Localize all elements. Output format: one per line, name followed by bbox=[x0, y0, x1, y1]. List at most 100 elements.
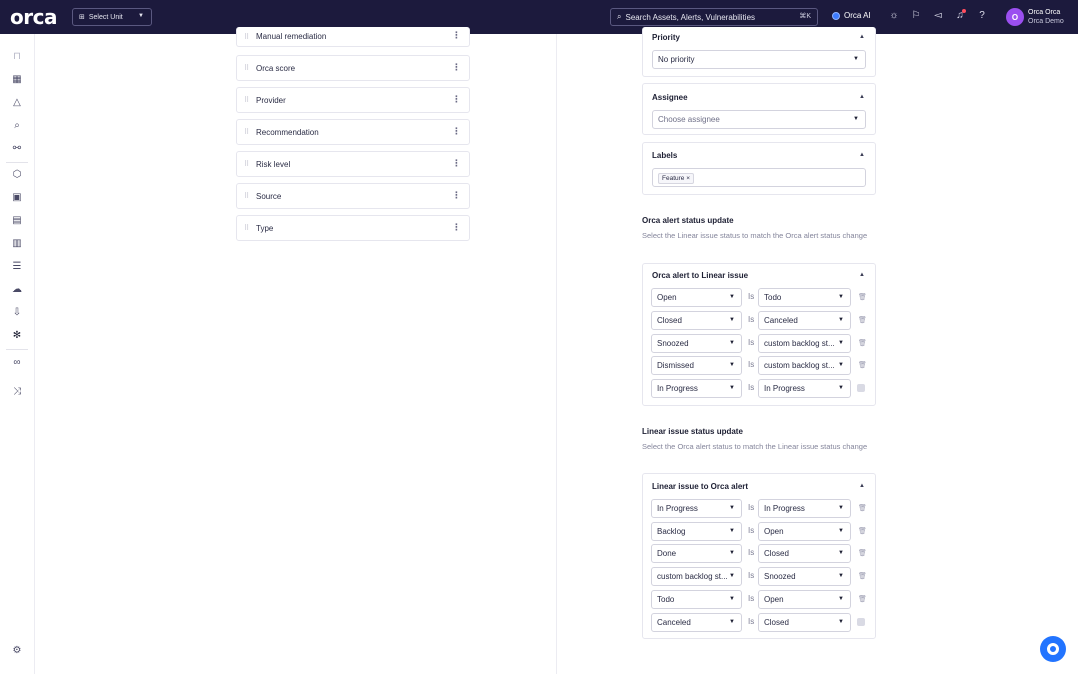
alert-to-select[interactable]: Closed ▼ bbox=[758, 613, 851, 632]
more-options-icon[interactable]: ⋮ bbox=[452, 94, 461, 105]
collapse-icon[interactable]: ▲ bbox=[859, 483, 865, 489]
alert-from-select[interactable]: In Progress ▼ bbox=[651, 379, 742, 398]
select-value: Done bbox=[657, 549, 677, 558]
trash-icon[interactable]: 🗑 bbox=[858, 316, 867, 324]
drag-handle-icon[interactable]: ⠿ bbox=[244, 64, 254, 72]
alert-from-select[interactable]: Dismissed ▼ bbox=[651, 356, 742, 375]
issue-to-select[interactable]: custom backlog st... ▼ bbox=[758, 356, 851, 375]
issue-from-select[interactable]: Canceled ▼ bbox=[651, 613, 742, 632]
chevron-down-icon: ▼ bbox=[838, 317, 844, 323]
collapse-icon[interactable]: ▲ bbox=[859, 272, 865, 278]
alert-to-select[interactable]: Open ▼ bbox=[758, 522, 851, 541]
more-options-icon[interactable]: ⋮ bbox=[452, 62, 461, 73]
graph-icon[interactable]: ⚯ bbox=[10, 142, 24, 156]
chevron-down-icon: ▼ bbox=[838, 528, 844, 534]
database-icon[interactable]: ☰ bbox=[10, 260, 24, 274]
trash-icon[interactable]: 🗑 bbox=[858, 504, 867, 512]
alert-to-select[interactable]: In Progress ▼ bbox=[758, 499, 851, 518]
field-row-orca-score[interactable]: ⠿ Orca score ⋮ bbox=[236, 55, 470, 81]
search-icon[interactable]: ⌕ bbox=[10, 119, 24, 133]
bell-icon[interactable]: ♫ bbox=[954, 9, 966, 22]
clipboard-icon[interactable]: ▤ bbox=[10, 214, 24, 228]
shuffle-icon[interactable]: ⤨ bbox=[10, 385, 24, 399]
trash-icon[interactable]: 🗑 bbox=[858, 293, 867, 301]
alert-from-select[interactable]: Closed ▼ bbox=[651, 311, 742, 330]
drag-handle-icon[interactable]: ⠿ bbox=[244, 224, 254, 232]
trash-icon[interactable]: 🗑 bbox=[858, 339, 867, 347]
dashboard-icon[interactable]: ▦ bbox=[10, 73, 24, 87]
alert-from-select[interactable]: Open ▼ bbox=[651, 288, 742, 307]
orca-logo[interactable]: orca bbox=[10, 7, 57, 27]
label-chip[interactable]: Feature × bbox=[658, 173, 695, 184]
priority-value: No priority bbox=[658, 55, 695, 64]
field-row-source[interactable]: ⠿ Source ⋮ bbox=[236, 183, 470, 209]
collapse-icon[interactable]: ▲ bbox=[859, 94, 865, 100]
infinity-icon[interactable]: ∞ bbox=[10, 356, 24, 370]
avatar[interactable]: O bbox=[1006, 8, 1024, 26]
shield-icon[interactable]: ⬡ bbox=[10, 168, 24, 182]
issue-to-select[interactable]: Canceled ▼ bbox=[758, 311, 851, 330]
field-row-risk-level[interactable]: ⠿ Risk level ⋮ bbox=[236, 151, 470, 177]
trash-icon[interactable]: 🗑 bbox=[858, 572, 867, 580]
select-value: Closed bbox=[764, 618, 789, 627]
chat-support-button[interactable] bbox=[1040, 636, 1066, 662]
box-icon[interactable]: ▣ bbox=[10, 191, 24, 205]
issue-to-select[interactable]: In Progress ▼ bbox=[758, 379, 851, 398]
more-options-icon[interactable]: ⋮ bbox=[452, 222, 461, 233]
field-row-type[interactable]: ⠿ Type ⋮ bbox=[236, 215, 470, 241]
labels-card: Labels ▲ Feature × bbox=[642, 142, 876, 195]
trash-icon[interactable]: 🗑 bbox=[858, 527, 867, 535]
alert-to-select[interactable]: Snoozed ▼ bbox=[758, 567, 851, 586]
theme-sun-icon[interactable]: ☼ bbox=[888, 10, 900, 22]
help-icon[interactable]: ? bbox=[976, 10, 988, 22]
more-options-icon[interactable]: ⋮ bbox=[452, 126, 461, 137]
integrations-icon[interactable]: ✻ bbox=[10, 329, 24, 343]
labels-input[interactable]: Feature × bbox=[652, 168, 866, 187]
issue-from-select[interactable]: custom backlog st... ▼ bbox=[651, 567, 742, 586]
report-icon[interactable]: ▥ bbox=[10, 237, 24, 251]
gear-icon[interactable]: ⚙ bbox=[10, 644, 24, 658]
unit-select[interactable]: ⊞ Select Unit ▼ bbox=[72, 8, 152, 26]
trash-icon[interactable]: 🗑 bbox=[858, 549, 867, 557]
assignee-placeholder: Choose assignee bbox=[658, 115, 720, 124]
announcement-icon[interactable]: ◅ bbox=[932, 10, 944, 22]
alert-triangle-icon[interactable]: △ bbox=[10, 96, 24, 110]
issue-from-select[interactable]: Todo ▼ bbox=[651, 590, 742, 609]
collapse-icon[interactable]: ▲ bbox=[859, 152, 865, 158]
trash-icon[interactable]: 🗑 bbox=[858, 595, 867, 603]
issue-to-select[interactable]: Todo ▼ bbox=[758, 288, 851, 307]
assignee-select[interactable]: Choose assignee ▼ bbox=[652, 110, 866, 129]
lock-icon[interactable]: ⊓ bbox=[10, 50, 24, 64]
drag-handle-icon[interactable]: ⠿ bbox=[244, 192, 254, 200]
priority-select[interactable]: No priority ▼ bbox=[652, 50, 866, 69]
drag-handle-icon[interactable]: ⠿ bbox=[244, 96, 254, 104]
trash-icon[interactable]: 🗑 bbox=[858, 361, 867, 369]
drag-handle-icon[interactable]: ⠿ bbox=[244, 33, 254, 41]
collapse-icon[interactable]: ▲ bbox=[859, 34, 865, 40]
drag-handle-icon[interactable]: ⠿ bbox=[244, 128, 254, 136]
download-icon[interactable]: ⇩ bbox=[10, 306, 24, 320]
alert-to-select[interactable]: Open ▼ bbox=[758, 590, 851, 609]
chevron-down-icon: ▼ bbox=[729, 550, 735, 556]
field-row-manual-remediation[interactable]: ⠿ Manual remediation ⋮ bbox=[236, 27, 470, 47]
trash-disabled-icon bbox=[857, 618, 865, 626]
alert-status-title: Orca alert status update bbox=[642, 216, 734, 225]
alert-to-select[interactable]: Closed ▼ bbox=[758, 544, 851, 563]
drag-handle-icon[interactable]: ⠿ bbox=[244, 160, 254, 168]
orca-ai-button[interactable]: Orca AI bbox=[832, 11, 871, 20]
more-options-icon[interactable]: ⋮ bbox=[452, 158, 461, 169]
more-options-icon[interactable]: ⋮ bbox=[452, 190, 461, 201]
user-menu[interactable]: Orca Orca Orca Demo bbox=[1028, 8, 1064, 26]
cloud-icon[interactable]: ☁ bbox=[10, 283, 24, 297]
issue-from-select[interactable]: In Progress ▼ bbox=[651, 499, 742, 518]
chevron-down-icon: ▼ bbox=[729, 362, 735, 368]
alert-from-select[interactable]: Snoozed ▼ bbox=[651, 334, 742, 353]
search-input[interactable]: ⌕ Search Assets, Alerts, Vulnerabilities… bbox=[610, 8, 818, 26]
issue-from-select[interactable]: Done ▼ bbox=[651, 544, 742, 563]
issue-from-select[interactable]: Backlog ▼ bbox=[651, 522, 742, 541]
field-row-recommendation[interactable]: ⠿ Recommendation ⋮ bbox=[236, 119, 470, 145]
flag-icon[interactable]: ⚐ bbox=[910, 10, 922, 22]
issue-to-select[interactable]: custom backlog st... ▼ bbox=[758, 334, 851, 353]
field-row-provider[interactable]: ⠿ Provider ⋮ bbox=[236, 87, 470, 113]
more-options-icon[interactable]: ⋮ bbox=[452, 30, 461, 41]
